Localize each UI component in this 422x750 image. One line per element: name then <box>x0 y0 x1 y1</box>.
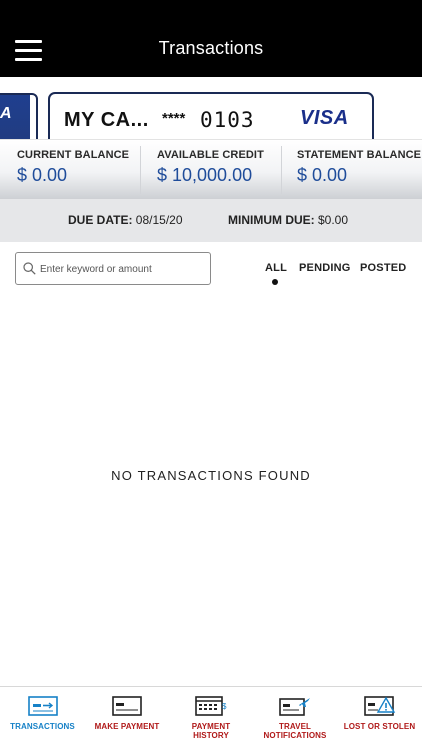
filter-posted[interactable]: POSTED <box>360 262 406 274</box>
tab-payment-history[interactable]: $ PAYMENT HISTORY <box>169 687 253 750</box>
statement-balance-label: STATEMENT BALANCE <box>297 149 422 161</box>
previous-card-brand-fragment: A <box>0 105 12 122</box>
empty-state-message: NO TRANSACTIONS FOUND <box>111 468 311 483</box>
transactions-icon <box>27 696 58 716</box>
card-carousel[interactable]: A MY CA... **** 0103 VISA <box>0 77 422 139</box>
tab-transactions[interactable]: TRANSACTIONS <box>0 687 85 750</box>
make-payment-icon <box>112 696 142 716</box>
due-date-label: DUE DATE: <box>68 213 133 227</box>
svg-text:$: $ <box>222 702 227 711</box>
divider <box>140 146 141 194</box>
minimum-due-value: $0.00 <box>318 213 349 227</box>
available-credit-label: AVAILABLE CREDIT <box>157 149 264 161</box>
selected-filter-indicator <box>272 279 278 285</box>
divider <box>281 146 282 194</box>
due-date: DUE DATE: 08/15/20 <box>68 213 183 227</box>
tab-label: LOST OR STOLEN <box>343 722 416 731</box>
filter-pending[interactable]: PENDING <box>299 262 351 274</box>
available-credit-value: $ 10,000.00 <box>157 165 253 185</box>
minimum-due-label: MINIMUM DUE: <box>228 213 315 227</box>
visa-logo: VISA <box>300 107 349 129</box>
tab-lost-or-stolen[interactable]: LOST OR STOLEN <box>337 687 422 750</box>
transaction-filters: ALL PENDING POSTED <box>0 262 422 292</box>
page-title: Transactions <box>158 38 264 58</box>
bottom-tab-bar: TRANSACTIONS MAKE PAYMENT $ PAYMENT HIST… <box>0 686 422 750</box>
tab-travel-notifications[interactable]: TRAVEL NOTIFICATIONS <box>253 687 337 750</box>
filter-all[interactable]: ALL <box>265 262 287 274</box>
current-balance-label: CURRENT BALANCE <box>17 149 130 161</box>
tab-label: PAYMENT HISTORY <box>191 722 231 740</box>
tab-label: MAKE PAYMENT <box>94 722 160 731</box>
minimum-due: MINIMUM DUE: $0.00 <box>228 213 348 227</box>
due-date-value: 08/15/20 <box>135 213 183 227</box>
balance-summary: CURRENT BALANCE $ 0.00 AVAILABLE CREDIT … <box>0 139 422 199</box>
app-header: Transactions <box>0 0 422 77</box>
due-info-bar: DUE DATE: 08/15/20 MINIMUM DUE: $0.00 <box>0 199 422 242</box>
statement-balance-value: $ 0.00 <box>297 165 348 185</box>
lost-stolen-icon <box>363 696 395 716</box>
tab-label: TRAVEL NOTIFICATIONS <box>263 722 327 740</box>
payment-history-icon: $ <box>195 696 227 716</box>
card-nickname: MY CA... <box>64 109 149 131</box>
card-number-mask: **** <box>162 110 186 127</box>
travel-icon <box>279 698 310 716</box>
previous-card[interactable]: A <box>0 93 38 139</box>
selected-card[interactable]: MY CA... **** 0103 VISA <box>48 92 374 139</box>
tab-make-payment[interactable]: MAKE PAYMENT <box>85 687 169 750</box>
current-balance-value: $ 0.00 <box>17 165 68 185</box>
card-last-four: 0103 <box>200 108 255 132</box>
tab-label: TRANSACTIONS <box>10 722 75 731</box>
